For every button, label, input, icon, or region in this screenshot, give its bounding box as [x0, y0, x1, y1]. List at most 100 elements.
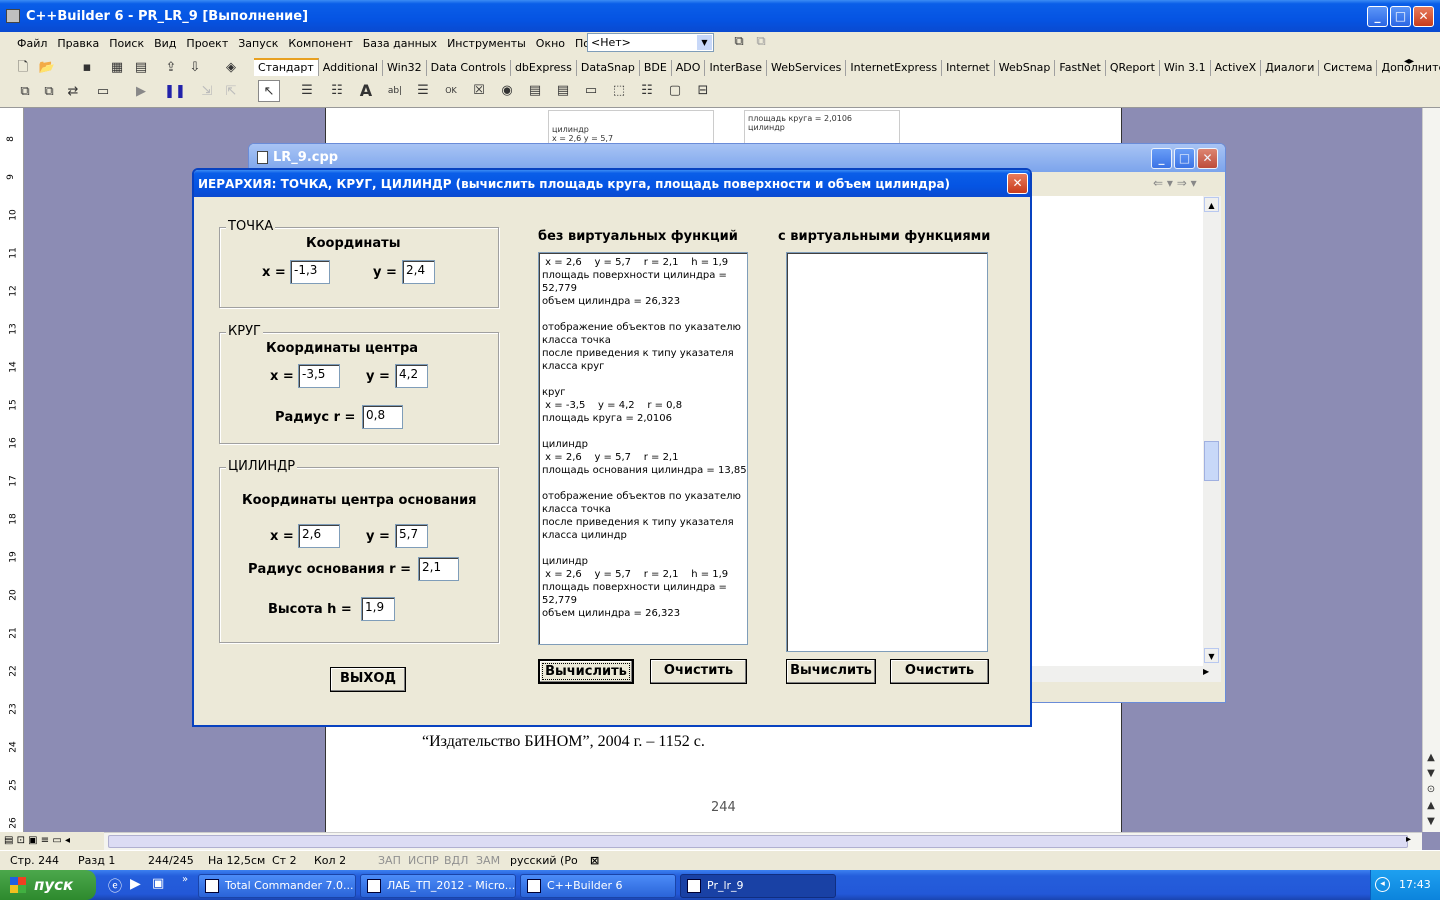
- button-component-icon[interactable]: OK: [440, 80, 462, 102]
- taskbar-item-total-commander[interactable]: Total Commander 7.0...: [198, 874, 356, 898]
- tray-expand-icon[interactable]: ◂: [1375, 877, 1390, 892]
- palette-tab-11[interactable]: Internet: [942, 60, 995, 76]
- palette-tab-8[interactable]: InterBase: [705, 60, 768, 76]
- taskbar-item-cbuilder[interactable]: C++Builder 6: [520, 874, 676, 898]
- circle-r-field[interactable]: 0,8: [362, 405, 403, 429]
- scroll-up-icon[interactable]: ▲: [1204, 197, 1219, 212]
- palette-tab-15[interactable]: Win 3.1: [1160, 60, 1211, 76]
- palette-tab-0[interactable]: Стандарт: [254, 58, 319, 76]
- view-unit-icon[interactable]: ⧉: [14, 81, 36, 103]
- popupmenu-component-icon[interactable]: ☷: [326, 80, 348, 102]
- point-x-field[interactable]: -1,3: [290, 260, 330, 284]
- groupbox-component-icon[interactable]: ⬚: [608, 80, 630, 102]
- code-vertical-scrollbar[interactable]: ▲ ▼: [1203, 196, 1221, 666]
- quicklaunch-more-icon[interactable]: »: [182, 874, 188, 885]
- step-over-icon[interactable]: ⇱: [220, 81, 242, 103]
- help-icon[interactable]: ⧉: [750, 31, 772, 53]
- scroll-thumb[interactable]: [1204, 441, 1219, 481]
- nav-back-icon[interactable]: ⇐ ▾ ⇒ ▾: [1153, 176, 1197, 190]
- menu-item-1[interactable]: Правка: [52, 35, 104, 53]
- new-form-icon[interactable]: ▭: [92, 81, 114, 103]
- cylinder-r-field[interactable]: 2,1: [418, 557, 459, 581]
- quicklaunch-icon[interactable]: ▣: [152, 876, 164, 891]
- actionlist-component-icon[interactable]: ⊟: [692, 80, 714, 102]
- palette-tab-3[interactable]: Data Controls: [427, 60, 511, 76]
- palette-tab-5[interactable]: DataSnap: [577, 60, 640, 76]
- checkbox-component-icon[interactable]: ☒: [468, 80, 490, 102]
- point-y-field[interactable]: 2,4: [402, 260, 435, 284]
- menu-item-2[interactable]: Поиск: [104, 35, 149, 53]
- close-button[interactable]: ✕: [1413, 6, 1434, 27]
- ie-icon[interactable]: ⓔ: [108, 876, 122, 896]
- compute-virtual-button[interactable]: Вычислить: [786, 659, 876, 684]
- menu-item-0[interactable]: Файл: [12, 35, 52, 53]
- trace-into-icon[interactable]: ⇲: [196, 81, 218, 103]
- cpp-close-button[interactable]: ✕: [1197, 148, 1218, 169]
- save-all-icon[interactable]: ▦: [106, 57, 128, 79]
- palette-tab-7[interactable]: ADO: [672, 60, 706, 76]
- new-file-icon[interactable]: 🗋: [12, 57, 34, 79]
- cpp-maximize-button[interactable]: □: [1174, 148, 1195, 169]
- radiobutton-component-icon[interactable]: ◉: [496, 80, 518, 102]
- taskbar-item-word[interactable]: ЛАБ_ТП_2012 - Micro...: [360, 874, 516, 898]
- start-button[interactable]: пуск: [0, 870, 96, 900]
- palette-tab-4[interactable]: dbExpress: [511, 60, 577, 76]
- menu-item-9[interactable]: Окно: [531, 35, 570, 53]
- status-trk[interactable]: ИСПР: [406, 852, 441, 870]
- menu-item-5[interactable]: Запуск: [233, 35, 283, 53]
- cylinder-x-field[interactable]: 2,6: [298, 524, 340, 548]
- chevron-down-icon[interactable]: ▼: [697, 35, 712, 50]
- component-combo[interactable]: <Нет> ▼: [587, 33, 714, 52]
- exit-button[interactable]: ВЫХОД: [330, 667, 406, 692]
- code-area[interactable]: [1027, 196, 1203, 666]
- circle-y-field[interactable]: 4,2: [395, 364, 428, 388]
- palette-tab-2[interactable]: Win32: [383, 60, 427, 76]
- memo-component-icon[interactable]: ☰: [412, 80, 434, 102]
- pointer-icon[interactable]: ↖: [258, 80, 280, 102]
- scroll-right-icon[interactable]: ▶: [1203, 667, 1209, 676]
- cpp-minimize-button[interactable]: _: [1151, 148, 1172, 169]
- cylinder-h-field[interactable]: 1,9: [361, 597, 395, 621]
- palette-tab-9[interactable]: WebServices: [767, 60, 847, 76]
- open-file-icon[interactable]: 📂: [36, 57, 58, 79]
- menu-item-8[interactable]: Инструменты: [442, 35, 531, 53]
- code-horizontal-scrollbar[interactable]: ▶: [1027, 666, 1221, 682]
- remove-from-project-icon[interactable]: ⇩: [184, 57, 206, 79]
- menu-item-4[interactable]: Проект: [181, 35, 233, 53]
- scrollbar-component-icon[interactable]: ▭: [580, 80, 602, 102]
- media-player-icon[interactable]: ▶: [130, 876, 141, 892]
- cylinder-y-field[interactable]: 5,7: [395, 524, 428, 548]
- radiogroup-component-icon[interactable]: ☷: [636, 80, 658, 102]
- maximize-button[interactable]: □: [1390, 6, 1411, 27]
- word-horizontal-scrollbar[interactable]: ▸: [104, 832, 1422, 850]
- add-to-project-icon[interactable]: ⇪: [160, 57, 182, 79]
- palette-tab-18[interactable]: Система: [1319, 60, 1378, 76]
- palette-tab-10[interactable]: InternetExpress: [846, 60, 943, 76]
- run-icon[interactable]: ▶: [130, 81, 152, 103]
- palette-tab-13[interactable]: FastNet: [1055, 60, 1106, 76]
- status-ext[interactable]: ВДЛ: [442, 852, 470, 870]
- edit-component-icon[interactable]: ab|: [384, 80, 406, 102]
- panel-component-icon[interactable]: ▢: [664, 80, 686, 102]
- scroll-down-icon[interactable]: ▼: [1204, 648, 1219, 663]
- browse-object-buttons[interactable]: ▲ ▼ ⊙ ▲ ▼: [1422, 750, 1440, 832]
- palette-tab-1[interactable]: Additional: [319, 60, 383, 76]
- scroll-thumb[interactable]: [108, 835, 1408, 848]
- virtual-output-memo[interactable]: [786, 252, 988, 652]
- open-project-icon[interactable]: ▤: [130, 57, 152, 79]
- menu-item-7[interactable]: База данных: [358, 35, 442, 53]
- help-contents-icon[interactable]: ◈: [220, 57, 242, 79]
- taskbar-item-pr-lr-9[interactable]: Pr_lr_9: [680, 874, 836, 898]
- circle-x-field[interactable]: -3,5: [298, 364, 340, 388]
- clear-virtual-button[interactable]: Очистить: [890, 659, 989, 684]
- palette-tab-14[interactable]: QReport: [1106, 60, 1160, 76]
- scroll-right-icon[interactable]: ▸: [1406, 834, 1411, 845]
- palette-tab-12[interactable]: WebSnap: [995, 60, 1056, 76]
- view-form-icon[interactable]: ⧉: [38, 81, 60, 103]
- listbox-component-icon[interactable]: ▤: [524, 80, 546, 102]
- inspector-icon[interactable]: ⧉: [728, 31, 750, 53]
- label-component-icon[interactable]: A: [355, 80, 377, 102]
- menu-item-3[interactable]: Вид: [149, 35, 181, 53]
- toggle-form-unit-icon[interactable]: ⇄: [62, 81, 84, 103]
- palette-scroll-icon[interactable]: ◂▸: [1404, 56, 1414, 67]
